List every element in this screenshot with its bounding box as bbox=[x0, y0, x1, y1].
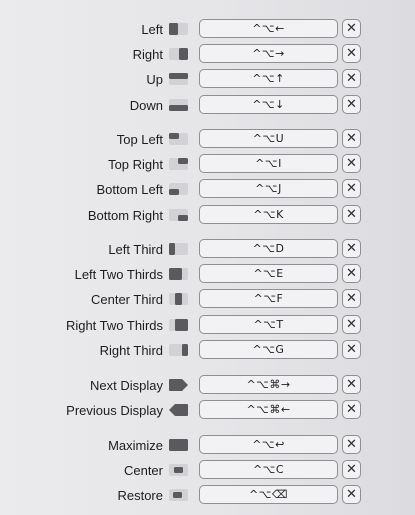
shortcut-recorder-field[interactable]: ^⌥⌘← bbox=[199, 400, 338, 419]
clear-shortcut-button[interactable]: ✕ bbox=[342, 264, 361, 283]
shortcut-label: Center Third bbox=[90, 292, 163, 307]
quarter-top-right-icon bbox=[169, 158, 188, 170]
shortcut-label: Restore bbox=[117, 488, 163, 503]
restore-icon bbox=[169, 489, 188, 501]
shortcut-recorder-field[interactable]: ^⌥F bbox=[199, 289, 338, 308]
shortcut-recorder-field[interactable]: ^⌥⌘→ bbox=[199, 375, 338, 394]
shortcut-row-up: Up ^⌥↑ ✕ bbox=[0, 69, 415, 90]
shortcut-label: Left bbox=[141, 22, 163, 37]
shortcut-label: Left Third bbox=[108, 242, 163, 257]
shortcut-recorder-field[interactable]: ^⌥↓ bbox=[199, 95, 338, 114]
shortcut-row-center-third: Center Third ^⌥F ✕ bbox=[0, 289, 415, 310]
shortcut-row-previous-display: Previous Display ^⌥⌘← ✕ bbox=[0, 400, 415, 421]
shortcut-recorder-field[interactable]: ^⌥E bbox=[199, 264, 338, 283]
clear-shortcut-button[interactable]: ✕ bbox=[342, 239, 361, 258]
shortcut-label: Right bbox=[132, 47, 163, 62]
clear-shortcut-button[interactable]: ✕ bbox=[342, 289, 361, 308]
clear-shortcut-button[interactable]: ✕ bbox=[342, 129, 361, 148]
shortcut-recorder-field[interactable]: ^⌥C bbox=[199, 460, 338, 479]
shortcut-label: Up bbox=[146, 72, 163, 87]
shortcut-recorder-field[interactable]: ^⌥K bbox=[199, 205, 338, 224]
center-icon bbox=[169, 464, 188, 476]
shortcut-row-left: Left ^⌥← ✕ bbox=[0, 19, 415, 40]
third-left-icon bbox=[169, 243, 188, 255]
shortcut-label: Top Right bbox=[108, 157, 163, 172]
shortcut-recorder-field[interactable]: ^⌥D bbox=[199, 239, 338, 258]
shortcut-recorder-field[interactable]: ^⌥↑ bbox=[199, 69, 338, 88]
shortcut-label: Bottom Left bbox=[96, 182, 163, 197]
clear-shortcut-button[interactable]: ✕ bbox=[342, 340, 361, 359]
shortcut-label: Left Two Thirds bbox=[74, 267, 163, 282]
shortcut-row-right: Right ^⌥→ ✕ bbox=[0, 44, 415, 65]
shortcut-label: Previous Display bbox=[66, 403, 163, 418]
shortcut-row-bottom-right: Bottom Right ^⌥K ✕ bbox=[0, 205, 415, 226]
shortcut-label: Next Display bbox=[90, 378, 163, 393]
shortcut-row-down: Down ^⌥↓ ✕ bbox=[0, 95, 415, 116]
shortcut-row-maximize: Maximize ^⌥↩ ✕ bbox=[0, 435, 415, 456]
clear-shortcut-button[interactable]: ✕ bbox=[342, 485, 361, 504]
shortcut-recorder-field[interactable]: ^⌥← bbox=[199, 19, 338, 38]
shortcut-recorder-field[interactable]: ^⌥J bbox=[199, 179, 338, 198]
clear-shortcut-button[interactable]: ✕ bbox=[342, 69, 361, 88]
half-bottom-icon bbox=[169, 99, 188, 111]
maximize-icon bbox=[169, 439, 188, 451]
clear-shortcut-button[interactable]: ✕ bbox=[342, 315, 361, 334]
shortcut-recorder-field[interactable]: ^⌥↩ bbox=[199, 435, 338, 454]
third-center-icon bbox=[169, 293, 188, 305]
previous-display-icon bbox=[169, 404, 188, 416]
quarter-top-left-icon bbox=[169, 133, 188, 145]
half-right-icon bbox=[169, 48, 188, 60]
shortcut-label: Top Left bbox=[116, 132, 163, 147]
shortcut-recorder-field[interactable]: ^⌥G bbox=[199, 340, 338, 359]
clear-shortcut-button[interactable]: ✕ bbox=[342, 435, 361, 454]
clear-shortcut-button[interactable]: ✕ bbox=[342, 179, 361, 198]
clear-shortcut-button[interactable]: ✕ bbox=[342, 154, 361, 173]
clear-shortcut-button[interactable]: ✕ bbox=[342, 44, 361, 63]
shortcut-recorder-field[interactable]: ^⌥U bbox=[199, 129, 338, 148]
shortcut-row-right-third: Right Third ^⌥G ✕ bbox=[0, 340, 415, 361]
shortcut-recorder-field[interactable]: ^⌥⌫ bbox=[199, 485, 338, 504]
shortcut-row-left-two-thirds: Left Two Thirds ^⌥E ✕ bbox=[0, 264, 415, 285]
shortcut-label: Maximize bbox=[108, 438, 163, 453]
next-display-icon bbox=[169, 379, 188, 391]
shortcut-recorder-field[interactable]: ^⌥I bbox=[199, 154, 338, 173]
shortcut-row-top-left: Top Left ^⌥U ✕ bbox=[0, 129, 415, 150]
two-thirds-left-icon bbox=[169, 268, 188, 280]
half-top-icon bbox=[169, 73, 188, 85]
shortcut-row-center: Center ^⌥C ✕ bbox=[0, 460, 415, 481]
half-left-icon bbox=[169, 23, 188, 35]
shortcut-row-bottom-left: Bottom Left ^⌥J ✕ bbox=[0, 179, 415, 200]
shortcut-label: Center bbox=[123, 463, 163, 478]
shortcut-label: Right Two Thirds bbox=[65, 318, 163, 333]
shortcut-label: Right Third bbox=[99, 343, 163, 358]
shortcut-label: Bottom Right bbox=[87, 208, 163, 223]
clear-shortcut-button[interactable]: ✕ bbox=[342, 205, 361, 224]
shortcut-row-next-display: Next Display ^⌥⌘→ ✕ bbox=[0, 375, 415, 396]
clear-shortcut-button[interactable]: ✕ bbox=[342, 460, 361, 479]
shortcut-row-left-third: Left Third ^⌥D ✕ bbox=[0, 239, 415, 260]
clear-shortcut-button[interactable]: ✕ bbox=[342, 400, 361, 419]
shortcut-row-right-two-thirds: Right Two Thirds ^⌥T ✕ bbox=[0, 315, 415, 336]
third-right-icon bbox=[169, 344, 188, 356]
shortcut-recorder-field[interactable]: ^⌥T bbox=[199, 315, 338, 334]
shortcut-row-restore: Restore ^⌥⌫ ✕ bbox=[0, 485, 415, 506]
clear-shortcut-button[interactable]: ✕ bbox=[342, 19, 361, 38]
shortcut-label: Down bbox=[129, 98, 163, 113]
shortcut-settings-panel: { "clear_glyph": "✕", "colors": { "icon_… bbox=[0, 0, 415, 515]
quarter-bottom-right-icon bbox=[169, 209, 188, 221]
two-thirds-right-icon bbox=[169, 319, 188, 331]
clear-shortcut-button[interactable]: ✕ bbox=[342, 375, 361, 394]
shortcut-recorder-field[interactable]: ^⌥→ bbox=[199, 44, 338, 63]
shortcut-row-top-right: Top Right ^⌥I ✕ bbox=[0, 154, 415, 175]
quarter-bottom-left-icon bbox=[169, 183, 188, 195]
clear-shortcut-button[interactable]: ✕ bbox=[342, 95, 361, 114]
